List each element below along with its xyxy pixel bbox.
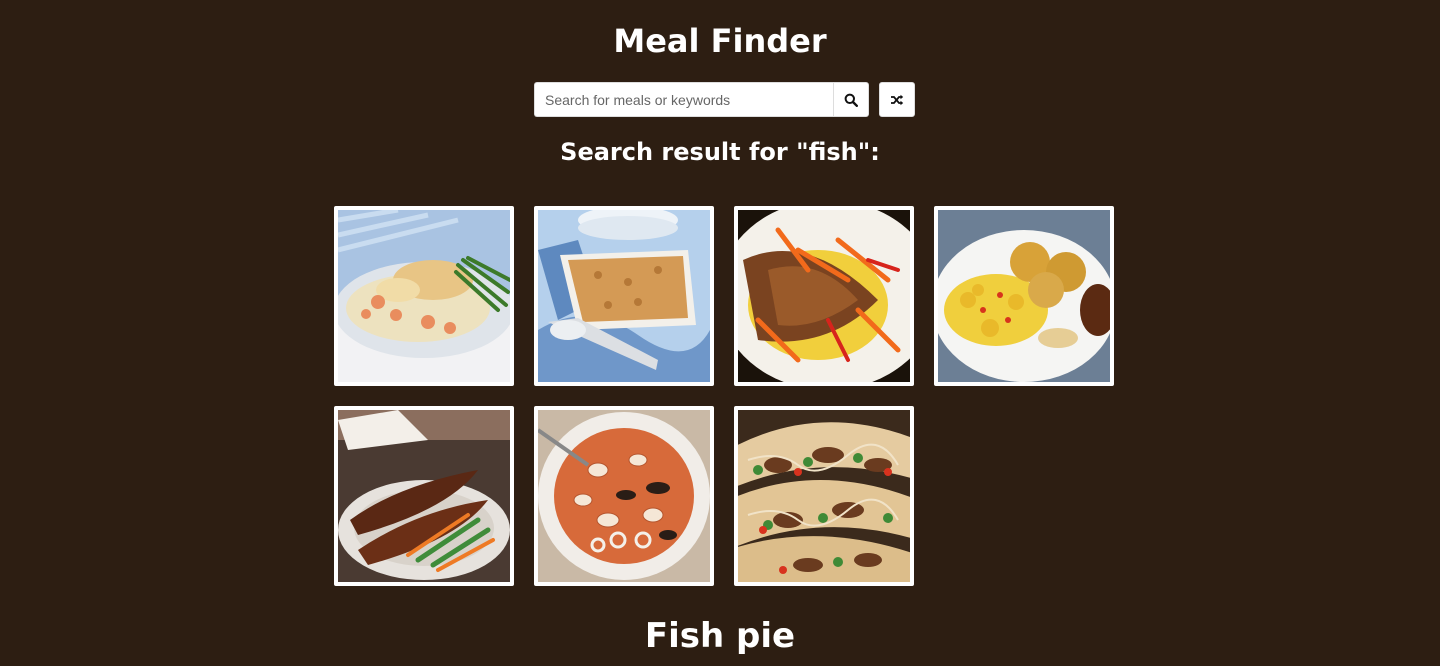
- meal-card[interactable]: [734, 206, 914, 386]
- seafood-stew-photo: [538, 410, 710, 582]
- search-row: [534, 82, 915, 117]
- meal-card[interactable]: [534, 206, 714, 386]
- meal-card[interactable]: [934, 206, 1114, 386]
- meal-card[interactable]: [334, 406, 514, 586]
- grilled-fish-photo: [338, 410, 510, 582]
- search-input[interactable]: [534, 82, 833, 117]
- fried-fish-photo: [738, 210, 910, 382]
- fish-bake-photo: [538, 210, 710, 382]
- selected-meal-title: Fish pie: [644, 616, 796, 656]
- search-button[interactable]: [833, 82, 869, 117]
- app-title: Meal Finder: [613, 22, 827, 60]
- fish-tacos-photo: [738, 410, 910, 582]
- fish-pie-photo: [338, 210, 510, 382]
- meal-card[interactable]: [534, 406, 714, 586]
- search-icon: [844, 93, 858, 107]
- shuffle-icon: [891, 94, 904, 105]
- meal-card[interactable]: [734, 406, 914, 586]
- meal-card[interactable]: [334, 206, 514, 386]
- search-form: [534, 82, 869, 117]
- random-meal-button[interactable]: [879, 82, 915, 117]
- saltfish-ackee-photo: [938, 210, 1110, 382]
- result-heading: Search result for "fish":: [560, 138, 880, 166]
- meals-grid: [334, 206, 1114, 586]
